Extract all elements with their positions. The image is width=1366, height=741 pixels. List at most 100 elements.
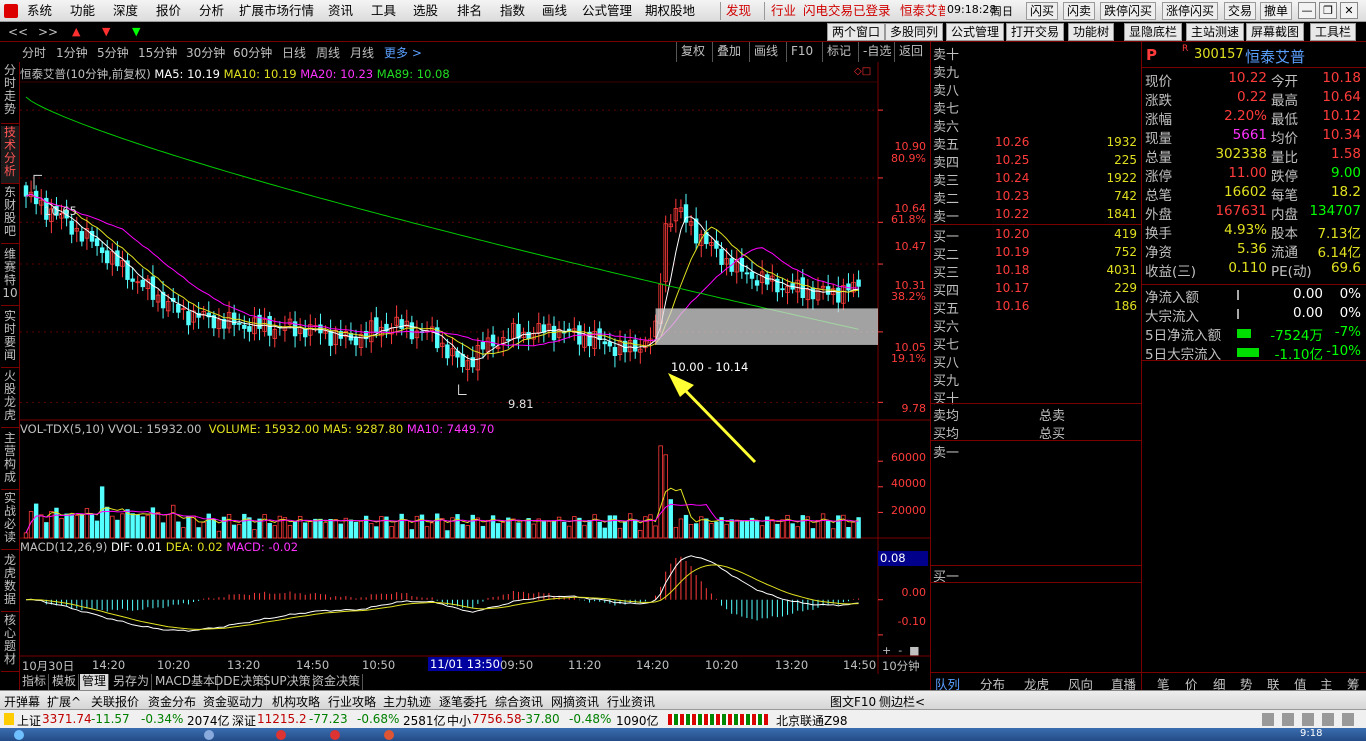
zoom-controls[interactable]: + - ■ <box>882 644 920 657</box>
tab-must-read[interactable]: 实战必读 <box>1 492 19 550</box>
menu-draw[interactable]: 画线 <box>542 3 567 19</box>
flash-buy-button[interactable]: 闪买 <box>1026 2 1059 20</box>
menu-discover[interactable]: 发现 <box>726 3 751 19</box>
tab-dragon-data[interactable]: 龙虎数据 <box>1 554 19 612</box>
tab-manage[interactable]: 管理 <box>80 674 110 690</box>
tab-technical[interactable]: 技术分析 <box>1 126 19 184</box>
tab-sup[interactable]: SUP决策 <box>261 674 314 690</box>
multi-stock-button[interactable]: 多股同列 <box>885 23 944 41</box>
screenshot-button[interactable]: 屏幕截图 <box>1246 23 1305 41</box>
sh-index-label[interactable]: 上证 <box>17 712 41 729</box>
back-button[interactable]: 返回 <box>894 42 927 62</box>
kline-chart-area[interactable]: 恒泰艾普(10分钟,前复权) MA5: 10.19 MA10: 10.19 MA… <box>20 62 930 674</box>
period-monthly[interactable]: 月线 <box>350 44 374 61</box>
func-barrage[interactable]: 开弹幕 <box>4 693 40 710</box>
close-icon[interactable]: ✕ <box>1340 2 1358 19</box>
func-expand[interactable]: 扩展^ <box>47 693 81 710</box>
taskbar-app-icon[interactable] <box>330 730 340 740</box>
func-sidebar[interactable]: 侧边栏< <box>879 693 925 710</box>
period-5min[interactable]: 5分钟 <box>97 44 129 61</box>
f10-button[interactable]: F10 <box>786 42 817 62</box>
start-button-icon[interactable] <box>14 730 24 740</box>
tab-indicator[interactable]: 指标 <box>20 674 50 690</box>
func-fund-dist[interactable]: 资金分布 <box>148 693 196 710</box>
tab-fund[interactable]: 资金决策 <box>310 674 364 690</box>
tab-forum[interactable]: 东财股吧 <box>1 186 19 244</box>
tab-core-theme[interactable]: 核心题材 <box>1 614 19 672</box>
menu-options[interactable]: 期权股地 <box>645 3 695 19</box>
zoom-out-icon[interactable]: ▼ <box>102 24 110 40</box>
menu-formula[interactable]: 公式管理 <box>582 3 632 19</box>
period-60min[interactable]: 60分钟 <box>233 44 272 61</box>
limit-up-buy-button[interactable]: 涨停闪买 <box>1162 2 1219 20</box>
trade-button[interactable]: 交易 <box>1224 2 1257 20</box>
func-industry-guide[interactable]: 行业攻略 <box>328 693 376 710</box>
period-intraday[interactable]: 分时 <box>22 44 46 61</box>
menu-analysis[interactable]: 分析 <box>199 3 224 19</box>
zoom-in-icon[interactable]: ▲ <box>72 24 80 40</box>
two-window-button[interactable]: 两个窗口 <box>827 23 886 41</box>
tab-business[interactable]: 主营构成 <box>1 432 19 490</box>
func-order-detail[interactable]: 逐笔委托 <box>439 693 487 710</box>
cancel-order-button[interactable]: 撤单 <box>1260 2 1293 20</box>
scroll-left-button[interactable]: << <box>8 24 28 40</box>
taskbar-app-icon[interactable] <box>384 730 394 740</box>
tab-intraday[interactable]: 分时走势 <box>1 64 19 124</box>
func-main-track[interactable]: 主力轨迹 <box>383 693 431 710</box>
sz-index-label[interactable]: 深证 <box>232 712 256 729</box>
toolbar-toggle-button[interactable]: 工具栏 <box>1310 23 1357 41</box>
menu-news[interactable]: 资讯 <box>328 3 353 19</box>
function-tree-button[interactable]: 功能树 <box>1068 23 1115 41</box>
menu-index[interactable]: 指数 <box>500 3 525 19</box>
draw-button[interactable]: 画线 <box>749 42 782 62</box>
flash-login-status[interactable]: 闪电交易已登录 <box>803 3 891 19</box>
open-trade-button[interactable]: 打开交易 <box>1006 23 1065 41</box>
menu-industry[interactable]: 行业 <box>771 3 796 19</box>
menu-depth[interactable]: 深度 <box>113 3 138 19</box>
tab-template[interactable]: 模板 <box>50 674 80 690</box>
server-status[interactable]: 北京联通Z98 <box>776 712 848 729</box>
tab-dragon[interactable]: 火股龙虎 <box>1 370 19 428</box>
menu-function[interactable]: 功能 <box>70 3 95 19</box>
func-fund-drive[interactable]: 资金驱动力 <box>203 693 263 710</box>
func-inst-guide[interactable]: 机构攻略 <box>272 693 320 710</box>
status-tools-icon[interactable] <box>1262 713 1358 726</box>
period-1min[interactable]: 1分钟 <box>56 44 88 61</box>
period-weekly[interactable]: 周线 <box>316 44 340 61</box>
chart-svg[interactable] <box>20 62 930 674</box>
period-15min[interactable]: 15分钟 <box>138 44 177 61</box>
mark-button[interactable]: 标记 <box>822 42 855 62</box>
flash-sell-button[interactable]: 闪卖 <box>1063 2 1096 20</box>
toggle-bottom-bar-button[interactable]: 显隐底栏 <box>1124 23 1183 41</box>
minimize-icon[interactable]: — <box>1298 2 1316 19</box>
tab-dde[interactable]: DDE决策 <box>212 674 268 690</box>
limit-down-buy-button[interactable]: 跌停闪买 <box>1100 2 1157 20</box>
func-related-quote[interactable]: 关联报价 <box>91 693 139 710</box>
tab-save-as[interactable]: 另存为 <box>111 674 153 690</box>
speed-test-button[interactable]: 主站测速 <box>1186 23 1245 41</box>
period-30min[interactable]: 30分钟 <box>186 44 225 61</box>
overlay-button[interactable]: 叠加 <box>712 42 745 62</box>
pick-stock-icon[interactable]: ▼ <box>132 24 140 40</box>
menu-quote[interactable]: 报价 <box>156 3 181 19</box>
restore-icon[interactable]: ❐ <box>1319 2 1337 19</box>
taskbar-app-icon[interactable] <box>276 730 286 740</box>
menu-tools[interactable]: 工具 <box>371 3 396 19</box>
func-news[interactable]: 综合资讯 <box>495 693 543 710</box>
menu-system[interactable]: 系统 <box>27 3 52 19</box>
sme-index-label[interactable]: 中小 <box>447 712 471 729</box>
scroll-right-button[interactable]: >> <box>38 24 58 40</box>
func-industry-news[interactable]: 行业资讯 <box>607 693 655 710</box>
period-daily[interactable]: 日线 <box>282 44 306 61</box>
taskbar-app-icon[interactable] <box>204 730 214 740</box>
menu-stock-pick[interactable]: 选股 <box>413 3 438 19</box>
menu-rank[interactable]: 排名 <box>457 3 482 19</box>
adjust-button[interactable]: 复权 <box>676 42 709 62</box>
tab-weisaite[interactable]: 维赛特10 <box>1 248 19 306</box>
menu-ext-market[interactable]: 扩展市场行情 <box>239 3 314 19</box>
formula-manage-button[interactable]: 公式管理 <box>946 23 1005 41</box>
func-f10[interactable]: 图文F10 <box>830 693 876 710</box>
tab-news[interactable]: 实时要闻 <box>1 310 19 368</box>
func-web-news[interactable]: 网摘资讯 <box>551 693 599 710</box>
add-watchlist-button[interactable]: -自选 <box>858 42 895 62</box>
